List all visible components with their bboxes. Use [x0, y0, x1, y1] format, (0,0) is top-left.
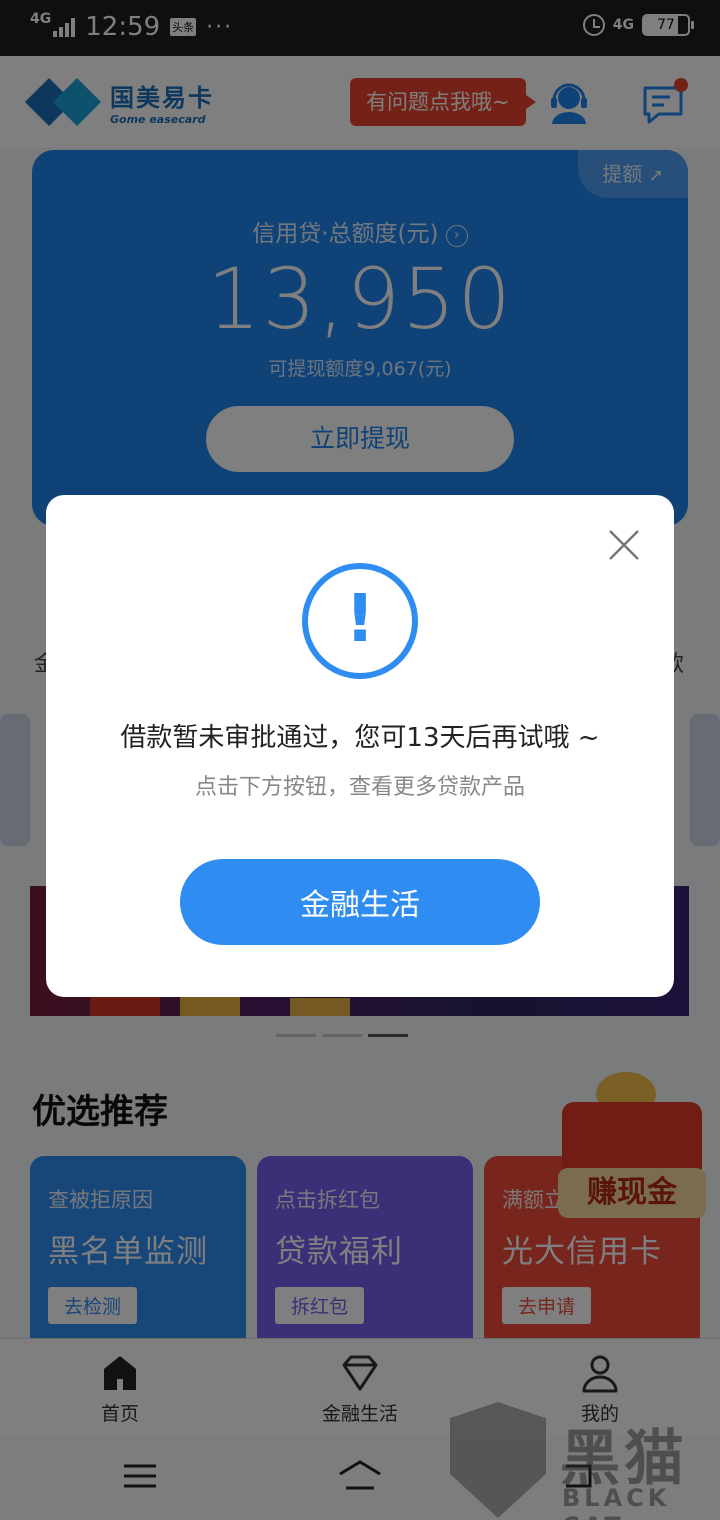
- dialog-message: 借款暂未审批通过，您可13天后再试哦 ~: [120, 723, 600, 753]
- black-cat-logo-icon: [450, 1402, 546, 1518]
- dialog-hint: 点击下方按钮，查看更多贷款产品: [194, 775, 525, 800]
- finance-life-button[interactable]: 金融生活: [180, 859, 540, 945]
- watermark-en: BLACK CAT: [562, 1484, 671, 1520]
- close-icon[interactable]: [608, 529, 640, 561]
- exclamation-icon: !: [302, 563, 418, 679]
- rejection-dialog: ! 借款暂未审批通过，您可13天后再试哦 ~ 点击下方按钮，查看更多贷款产品 金…: [46, 495, 674, 997]
- watermark: 黑猫 BLACK CAT: [450, 1402, 720, 1520]
